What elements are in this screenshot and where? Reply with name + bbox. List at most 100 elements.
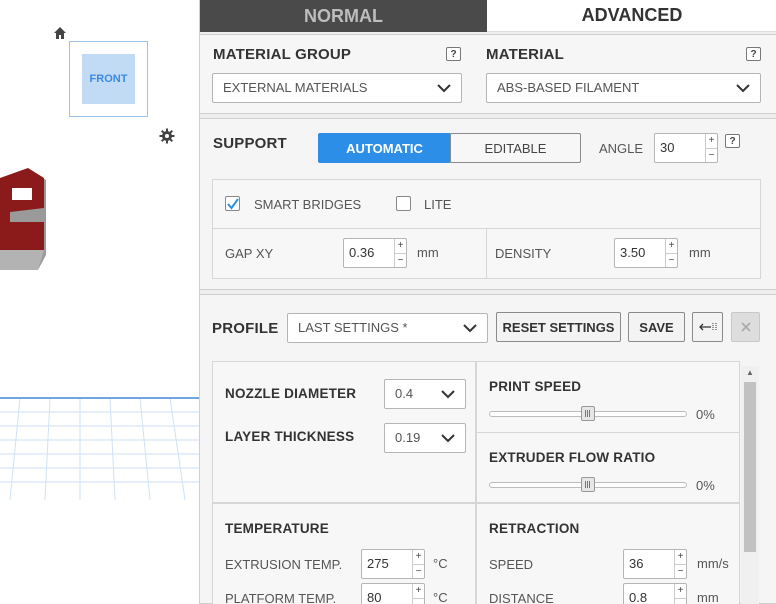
density-unit: mm xyxy=(689,245,711,260)
retraction-distance-input[interactable]: 0.8 +− xyxy=(623,583,687,604)
print-speed-slider[interactable] xyxy=(489,406,687,421)
support-automatic-button[interactable]: AUTOMATIC xyxy=(318,133,451,163)
chevron-down-icon xyxy=(463,324,477,333)
extrusion-temp-input[interactable]: 275 + − xyxy=(361,549,425,579)
flow-ratio-slider-thumb[interactable] xyxy=(581,477,595,492)
gap-xy-unit: mm xyxy=(417,245,439,260)
tab-advanced[interactable]: ADVANCED xyxy=(487,0,776,32)
retraction-distance-value: 0.8 xyxy=(629,590,648,604)
extrusion-temp-value: 275 xyxy=(367,556,389,571)
gap-xy-input[interactable]: 0.36 + − xyxy=(343,238,407,268)
flow-ratio-box: EXTRUDER FLOW RATIO 0% xyxy=(476,432,740,503)
profile-select[interactable]: LAST SETTINGS * xyxy=(287,313,488,343)
view-cube[interactable]: FRONT xyxy=(69,41,148,117)
chevron-down-icon xyxy=(736,84,750,93)
support-editable-button[interactable]: EDITABLE xyxy=(450,133,581,163)
tab-normal[interactable]: NORMAL xyxy=(200,0,487,32)
increment-button[interactable]: + xyxy=(675,550,686,564)
profile-value: LAST SETTINGS * xyxy=(298,320,408,335)
material-value: ABS-BASED FILAMENT xyxy=(497,80,640,95)
support-options-box: SMART BRIDGES LITE GAP XY 0.36 + − mm DEN… xyxy=(212,179,761,279)
density-value: 3.50 xyxy=(620,245,646,260)
lite-label: LITE xyxy=(424,197,452,212)
retraction-distance-label: DISTANCE xyxy=(489,591,554,604)
support-section: SUPPORT AUTOMATIC EDITABLE ANGLE 30 + − ?… xyxy=(200,118,776,290)
nozzle-diameter-select[interactable]: 0.4 xyxy=(384,379,466,409)
gap-xy-label: GAP XY xyxy=(225,246,274,261)
density-input[interactable]: 3.50 + − xyxy=(614,238,678,268)
increment-button[interactable]: + xyxy=(395,239,406,253)
nozzle-layer-box: NOZZLE DIAMETER 0.4 LAYER THICKNESS 0.19 xyxy=(212,361,476,503)
increment-button[interactable]: + xyxy=(413,584,424,598)
material-section: MATERIAL GROUP ? EXTERNAL MATERIALS MATE… xyxy=(200,34,776,114)
nozzle-diameter-label: NOZZLE DIAMETER xyxy=(225,386,357,401)
smart-bridges-checkbox[interactable] xyxy=(225,196,240,211)
flow-ratio-label: EXTRUDER FLOW RATIO xyxy=(489,450,656,465)
flow-ratio-slider[interactable] xyxy=(489,477,687,492)
home-icon[interactable] xyxy=(53,26,67,40)
print-speed-value: 0% xyxy=(696,407,715,422)
layer-thickness-label: LAYER THICKNESS xyxy=(225,429,355,444)
decrement-button[interactable]: − xyxy=(675,598,686,604)
retraction-speed-input[interactable]: 36 + − xyxy=(623,549,687,579)
material-group-select[interactable]: EXTERNAL MATERIALS xyxy=(212,73,462,103)
retraction-label: RETRACTION xyxy=(489,521,580,536)
increment-button[interactable]: + xyxy=(706,134,717,148)
export-icon[interactable] xyxy=(692,312,723,342)
support-label: SUPPORT xyxy=(213,135,287,152)
material-label: MATERIAL xyxy=(486,46,564,63)
decrement-button[interactable]: − xyxy=(675,564,686,578)
print-speed-box: PRINT SPEED 0% xyxy=(476,361,740,433)
platform-temp-label: PLATFORM TEMP. xyxy=(225,591,337,604)
layer-thickness-select[interactable]: 0.19 xyxy=(384,423,466,453)
retraction-distance-unit: mm xyxy=(697,590,719,604)
lite-checkbox[interactable] xyxy=(396,196,411,211)
smart-bridges-label: SMART BRIDGES xyxy=(254,197,362,212)
density-label: DENSITY xyxy=(495,246,552,261)
chevron-down-icon xyxy=(437,84,451,93)
save-button[interactable]: SAVE xyxy=(628,312,685,342)
gear-icon[interactable] xyxy=(159,128,175,144)
flow-ratio-value: 0% xyxy=(696,478,715,493)
increment-button[interactable]: + xyxy=(666,239,677,253)
decrement-button[interactable]: − xyxy=(706,148,717,162)
close-icon[interactable] xyxy=(731,312,760,342)
build-plate-grid xyxy=(0,390,199,501)
decrement-button[interactable]: − xyxy=(395,253,406,267)
3d-viewport[interactable]: FRONT xyxy=(0,0,199,604)
material-select[interactable]: ABS-BASED FILAMENT xyxy=(486,73,761,103)
angle-label: ANGLE xyxy=(599,141,644,156)
material-help-icon[interactable]: ? xyxy=(746,47,761,61)
retraction-speed-label: SPEED xyxy=(489,557,534,572)
mode-tabs: NORMAL ADVANCED xyxy=(200,0,776,32)
retraction-box: RETRACTION SPEED 36 + − mm/s DISTANCE 0.8… xyxy=(476,503,740,604)
increment-button[interactable]: + xyxy=(413,550,424,564)
angle-value: 30 xyxy=(660,140,675,155)
nozzle-diameter-value: 0.4 xyxy=(395,386,414,401)
platform-temp-input[interactable]: 80 +− xyxy=(361,583,425,604)
material-group-help-icon[interactable]: ? xyxy=(446,47,461,61)
chevron-down-icon xyxy=(441,434,455,443)
decrement-button[interactable]: − xyxy=(666,253,677,267)
reset-settings-button[interactable]: RESET SETTINGS xyxy=(496,312,621,342)
decrement-button[interactable]: − xyxy=(413,564,424,578)
angle-input[interactable]: 30 + − xyxy=(654,133,718,163)
support-help-icon[interactable]: ? xyxy=(725,134,740,148)
3d-model[interactable] xyxy=(0,160,60,280)
scroll-up-icon[interactable]: ▲ xyxy=(741,366,759,380)
material-group-value: EXTERNAL MATERIALS xyxy=(223,80,368,95)
scrollbar-thumb[interactable] xyxy=(744,382,756,552)
profile-label: PROFILE xyxy=(212,320,279,337)
decrement-button[interactable]: − xyxy=(413,598,424,604)
temperature-box: TEMPERATURE EXTRUSION TEMP. 275 + − °C PL… xyxy=(212,503,476,604)
settings-panel: NORMAL ADVANCED MATERIAL GROUP ? EXTERNA… xyxy=(199,0,776,604)
divider xyxy=(486,228,487,278)
print-speed-slider-thumb[interactable] xyxy=(581,406,595,421)
increment-button[interactable]: + xyxy=(675,584,686,598)
scrollbar[interactable]: ▲ xyxy=(741,366,759,604)
checkmark-icon xyxy=(227,198,239,210)
gap-xy-value: 0.36 xyxy=(349,245,375,260)
view-cube-face[interactable]: FRONT xyxy=(82,54,135,104)
retraction-speed-unit: mm/s xyxy=(697,556,729,571)
extrusion-temp-label: EXTRUSION TEMP. xyxy=(225,557,343,572)
